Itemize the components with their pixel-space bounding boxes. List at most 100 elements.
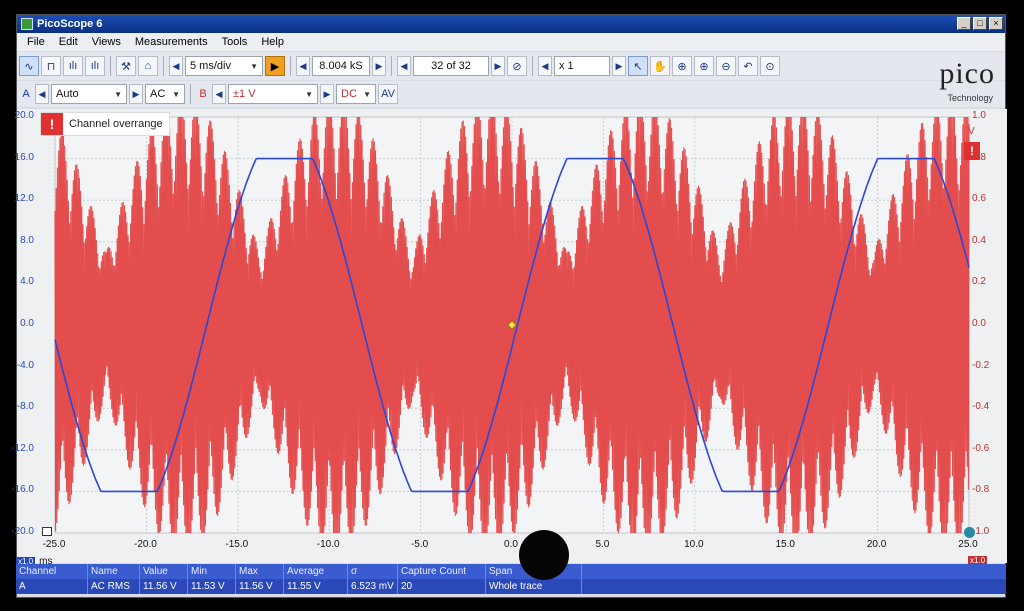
menu-views[interactable]: Views [92,36,121,48]
zoom-prev-arrow-icon[interactable]: ◀ [538,56,552,76]
buffer-next-arrow-icon[interactable]: ▶ [491,56,505,76]
x-axis-tick-label: 5.0 [595,539,610,550]
left-axis-tick-label: 12.0 [14,193,34,205]
title-bar: PicoScope 6 _ □ × [17,15,1005,33]
right-axis-tick-label: 0.0 [972,318,986,329]
chevron-down-icon: ▼ [172,89,180,99]
zoom-region-icon[interactable]: ⊕ [672,56,692,76]
header-capture-count[interactable]: Capture Count [398,564,486,579]
channel-a-coupling-select[interactable]: AC ▼ [145,84,185,104]
samples-value: 8.004 kS [319,60,363,72]
timebase-next-arrow-icon[interactable]: ▶ [265,56,285,76]
left-axis-tick-label: -8.0 [16,401,34,413]
zoom-value: x 1 [559,60,574,72]
spectrum-mode-icon[interactable]: ılı [63,56,83,76]
channel-a-range-next-icon[interactable]: ▶ [129,84,143,104]
right-axis-tick-label: 0.4 [972,234,986,246]
right-axis-tick-label: 1.0 [972,110,986,121]
left-axis-tick-label: -16.0 [11,484,34,496]
channel-a-range-select[interactable]: Auto ▼ [51,84,127,104]
cell-value: 11.56 V [140,579,188,594]
menu-tools[interactable]: Tools [222,36,248,48]
samples-field[interactable]: 8.004 kS [312,56,370,76]
buffer-prev-arrow-icon[interactable]: ◀ [397,56,411,76]
left-axis-tick-label: 16.0 [14,151,34,163]
scope-mode-icon[interactable]: ∿ [19,56,39,76]
zoom-out-icon[interactable]: ⊖ [716,56,736,76]
warning-icon-right: ! [964,142,980,160]
undo-zoom-icon[interactable]: ↶ [738,56,758,76]
header-max[interactable]: Max [236,564,284,579]
channel-a-coupling-value: AC [150,88,166,100]
minimize-button[interactable]: _ [957,17,971,30]
measurements-header: Channel Name Value Min Max Average σ Cap… [16,564,1006,579]
menu-measurements[interactable]: Measurements [135,36,208,48]
zoom-field[interactable]: x 1 [554,56,610,76]
x-axis-tick-label: 10.0 [684,539,704,550]
navigator-icon[interactable]: ⊘ [507,56,527,76]
channel-b-range-select[interactable]: ±1 V ▼ [228,84,318,104]
scope-graph[interactable] [17,109,1007,563]
zoom-fit-icon[interactable]: ⊙ [760,56,780,76]
channel-a-range-prev-icon[interactable]: ◀ [35,84,49,104]
home-icon[interactable]: ⌂ [138,56,158,76]
x-axis-tick-label: 20.0 [866,539,887,550]
cell-min: 11.53 V [188,579,236,594]
table-row[interactable]: A AC RMS 11.56 V 11.53 V 11.56 V 11.55 V… [16,579,1006,594]
header-sigma[interactable]: σ [348,564,398,579]
left-axis-tick-label: 8.0 [20,234,34,246]
right-axis-handle[interactable] [964,527,975,538]
camera-obstruction [519,530,569,580]
close-button[interactable]: × [989,17,1003,30]
left-axis-handle[interactable] [42,527,52,536]
channel-b-range-next-icon[interactable]: ▶ [320,84,334,104]
picoscope-window: PicoScope 6 _ □ × File Edit Views Measur… [16,14,1007,598]
channel-options-icon[interactable]: AV [378,84,398,104]
cell-span: Whole trace [486,579,582,594]
probe-icon[interactable]: ⚒ [116,56,136,76]
hand-icon[interactable]: ✋ [650,56,670,76]
buffer-value: 32 of 32 [431,60,471,72]
pointer-icon[interactable]: ↖ [628,56,648,76]
header-average[interactable]: Average [284,564,348,579]
header-channel[interactable]: Channel [16,564,88,579]
right-axis-unit: V [968,126,975,137]
x-axis-tick-label: 15.0 [775,539,795,550]
timebase-select[interactable]: 5 ms/div ▼ [185,56,263,76]
cell-average: 11.55 V [284,579,348,594]
menu-file[interactable]: File [27,36,45,48]
logo-sub: Technology [947,93,993,103]
spectrum-persist-icon[interactable]: ılı [85,56,105,76]
buffer-field[interactable]: 32 of 32 [413,56,489,76]
x-axis-tick-label: -10.0 [316,539,340,550]
header-name[interactable]: Name [88,564,140,579]
measurements-table: Channel Name Value Min Max Average σ Cap… [16,564,1006,594]
cell-max: 11.56 V [236,579,284,594]
cell-capture-count: 20 [398,579,486,594]
left-axis-tick-label: -12.0 [11,442,34,454]
header-value[interactable]: Value [140,564,188,579]
persistence-mode-icon[interactable]: ⊓ [41,56,61,76]
channel-b-coupling-select[interactable]: DC ▼ [336,84,376,104]
samples-prev-arrow-icon[interactable]: ◀ [296,56,310,76]
window-title: PicoScope 6 [37,18,103,30]
menu-bar: File Edit Views Measurements Tools Help [17,33,1005,51]
channel-b-range-prev-icon[interactable]: ◀ [212,84,226,104]
overrange-text: Channel overrange [69,118,163,130]
timebase-prev-arrow-icon[interactable]: ◀ [169,56,183,76]
x-axis-tick-label: 25.0 [958,539,978,550]
zoom-in-icon[interactable]: ⊕ [694,56,714,76]
scope-plot-area[interactable] [17,109,1007,563]
x-axis-tick-label: -15.0 [225,539,249,550]
left-axis-tick-label: -4.0 [16,359,34,371]
header-min[interactable]: Min [188,564,236,579]
samples-next-arrow-icon[interactable]: ▶ [372,56,386,76]
left-axis-tick-label: 20.0 [14,110,34,121]
warning-icon: ! [41,113,63,135]
app-icon [21,18,33,30]
cell-name: AC RMS [88,579,140,594]
maximize-button[interactable]: □ [973,17,987,30]
menu-help[interactable]: Help [261,36,284,48]
menu-edit[interactable]: Edit [59,36,78,48]
zoom-next-arrow-icon[interactable]: ▶ [612,56,626,76]
